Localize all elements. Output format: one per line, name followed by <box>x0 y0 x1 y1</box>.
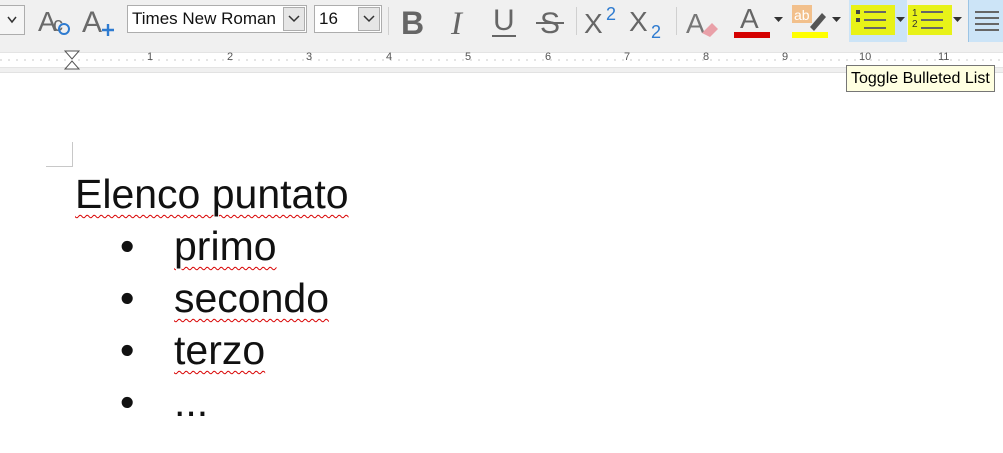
toolbar-separator <box>388 7 389 35</box>
ruler-number: 2 <box>227 51 234 63</box>
ruler-number: 4 <box>386 51 393 63</box>
font-grow-icon: A <box>82 6 114 38</box>
highlight-sample-text: ab <box>794 7 810 23</box>
dropdown-icon <box>7 16 17 24</box>
font-name-dropdown-button[interactable] <box>283 7 305 31</box>
bullet-icon: • <box>120 327 135 373</box>
font-size-value[interactable]: 16 <box>315 9 358 29</box>
list-item-text[interactable]: ... <box>174 376 208 428</box>
svg-text:A: A <box>686 8 705 39</box>
svg-text:A: A <box>82 6 102 38</box>
formatting-toolbar: A c A Times New Roman 16 B I U S X 2 X 2… <box>0 0 1003 43</box>
ruler-number: 8 <box>703 51 710 63</box>
numbered-list-icon: 1 2 <box>908 5 952 35</box>
bulleted-list-dropdown-icon[interactable] <box>896 17 905 23</box>
ruler-number: 7 <box>624 51 631 63</box>
bullet-icon: • <box>120 223 135 269</box>
italic-icon: I <box>450 6 464 38</box>
subscript-button[interactable]: X 2 <box>626 0 670 42</box>
spelling-button[interactable]: A c <box>34 0 74 42</box>
numbered-list-button[interactable]: 1 2 <box>908 0 962 42</box>
font-color-button[interactable]: A <box>728 0 772 42</box>
bold-button[interactable]: B <box>394 0 432 42</box>
grow-font-button[interactable]: A <box>78 0 118 42</box>
font-color-icon: A <box>734 3 770 38</box>
superscript-icon: X 2 <box>584 4 616 39</box>
chevron-down-icon <box>288 15 300 23</box>
underline-icon: U <box>492 4 516 37</box>
svg-text:B: B <box>401 5 424 38</box>
superscript-label: X <box>584 8 603 39</box>
toolbar-separator <box>576 7 577 35</box>
svg-text:I: I <box>450 6 464 38</box>
ruler-number: 9 <box>782 51 789 63</box>
indent-marker-icon[interactable] <box>64 50 80 70</box>
align-left-icon <box>975 11 999 31</box>
clear-formatting-icon: A <box>686 8 718 39</box>
bullet-icon: • <box>120 379 135 425</box>
chevron-down-icon <box>363 15 375 23</box>
document-heading[interactable]: Elenco puntato <box>75 168 349 220</box>
page-corner-mark <box>46 142 73 167</box>
list-item-text[interactable]: terzo <box>174 324 265 376</box>
toolbar-separator <box>676 7 677 35</box>
font-name-combo[interactable]: Times New Roman <box>127 5 307 33</box>
superscript-digit: 2 <box>606 4 616 24</box>
font-size-dropdown-button[interactable] <box>358 7 380 31</box>
highlight-button[interactable]: ab <box>786 0 830 42</box>
list-item-text[interactable]: primo <box>174 220 277 272</box>
svg-text:1: 1 <box>912 8 918 19</box>
numbered-list-dropdown-icon[interactable] <box>953 17 962 23</box>
svg-text:A: A <box>740 3 759 34</box>
tooltip: Toggle Bulleted List <box>846 65 995 92</box>
subscript-digit: 2 <box>651 22 661 41</box>
bold-icon: B <box>401 5 424 38</box>
dropdown-button[interactable] <box>0 5 25 35</box>
subscript-icon: X 2 <box>629 6 661 41</box>
strikethrough-icon: S <box>536 7 564 39</box>
svg-text:U: U <box>493 4 515 37</box>
ruler-number: 6 <box>545 51 552 63</box>
ruler-number: 1 <box>147 51 154 63</box>
superscript-button[interactable]: X 2 <box>582 0 622 42</box>
subscript-label: X <box>629 6 648 37</box>
ruler-number: 3 <box>306 51 313 63</box>
bulleted-list-button[interactable] <box>849 0 907 42</box>
ruler-number: 11 <box>938 51 950 63</box>
italic-button[interactable]: I <box>440 0 476 42</box>
bullet-icon: • <box>120 275 135 321</box>
font-size-combo[interactable]: 16 <box>314 5 382 33</box>
spelling-icon: A c <box>38 6 70 37</box>
ruler-number: 10 <box>859 51 872 63</box>
font-color-dropdown-icon[interactable] <box>774 17 783 23</box>
clear-formatting-button[interactable]: A <box>680 0 722 42</box>
bulleted-list-icon <box>851 5 895 35</box>
svg-text:2: 2 <box>912 19 918 30</box>
align-left-button[interactable] <box>968 0 1003 42</box>
underline-button[interactable]: U <box>484 0 524 42</box>
highlight-icon: ab <box>792 5 828 38</box>
list-item-text[interactable]: secondo <box>174 272 329 324</box>
highlight-dropdown-icon[interactable] <box>832 17 841 23</box>
ruler-number: 5 <box>465 51 472 63</box>
font-name-value[interactable]: Times New Roman <box>128 9 283 29</box>
strikethrough-button[interactable]: S <box>530 0 570 42</box>
